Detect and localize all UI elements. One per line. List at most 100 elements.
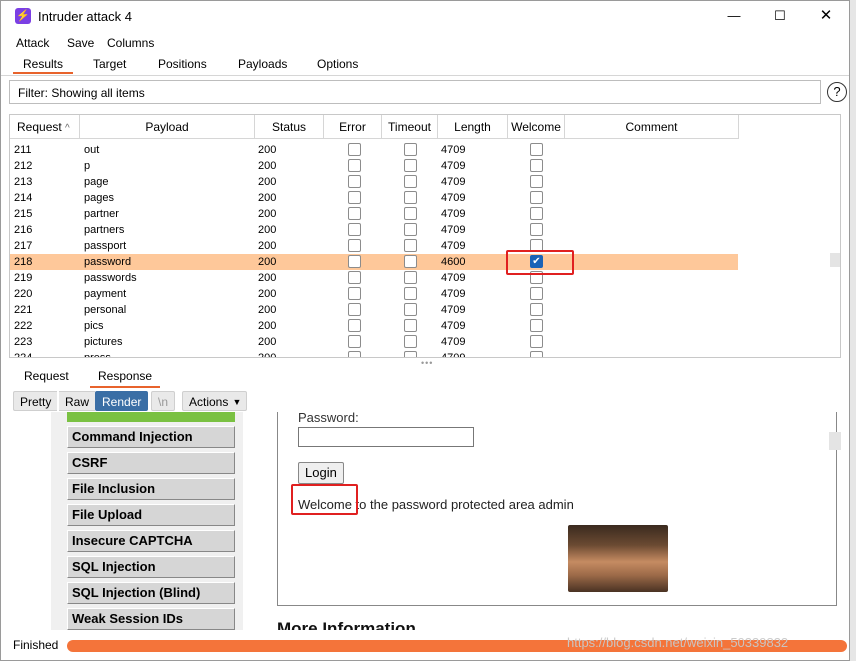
timeout-checkbox[interactable] [404,255,417,268]
dvwa-nav-item[interactable]: File Inclusion [67,478,235,500]
dvwa-nav-item[interactable]: File Upload [67,504,235,526]
table-row[interactable]: 219 passwords 200 4709 [10,270,738,286]
error-checkbox[interactable] [348,351,361,357]
table-row[interactable]: 224 press 200 4709 [10,350,738,357]
table-row[interactable]: 218 password 200 4600 ✔ [10,254,738,270]
cell-payload: passport [84,240,127,252]
table-row[interactable]: 217 passport 200 4709 [10,238,738,254]
table-row[interactable]: 211 out 200 4709 [10,142,738,158]
tab-options[interactable]: Options [313,57,362,71]
welcome-checkbox[interactable] [530,143,543,156]
timeout-checkbox[interactable] [404,335,417,348]
table-row[interactable]: 212 p 200 4709 [10,158,738,174]
dvwa-nav-item[interactable]: Weak Session IDs [67,608,235,630]
welcome-checkbox[interactable] [530,319,543,332]
table-row[interactable]: 215 partner 200 4709 [10,206,738,222]
column-header-error[interactable]: Error [324,115,382,139]
dvwa-nav-item[interactable]: Insecure CAPTCHA [67,530,235,552]
error-checkbox[interactable] [348,303,361,316]
error-checkbox[interactable] [348,239,361,252]
cell-payload: personal [84,304,127,316]
error-checkbox[interactable] [348,319,361,332]
pretty-button[interactable]: Pretty [13,391,58,411]
timeout-checkbox[interactable] [404,159,417,172]
minimize-icon[interactable]: — [711,1,757,31]
welcome-checkbox[interactable] [530,287,543,300]
error-checkbox[interactable] [348,175,361,188]
tab-target[interactable]: Target [89,57,130,71]
render-scrollbar-thumb[interactable] [829,432,841,450]
welcome-checkbox[interactable] [530,175,543,188]
login-button[interactable]: Login [298,462,344,484]
tab-request[interactable]: Request [24,369,69,383]
tab-response[interactable]: Response [90,369,161,388]
newline-toggle-button[interactable]: \n [151,391,176,411]
filter-bar[interactable]: Filter: Showing all items [9,80,821,104]
error-checkbox[interactable] [348,143,361,156]
timeout-checkbox[interactable] [404,319,417,332]
table-row[interactable]: 220 payment 200 4709 [10,286,738,302]
dvwa-nav-item[interactable]: SQL Injection (Blind) [67,582,235,604]
column-header-request[interactable]: Request ^ [10,115,80,139]
column-header-payload[interactable]: Payload [80,115,255,139]
cell-payload: passwords [84,272,137,284]
maximize-icon[interactable]: ☐ [757,1,803,31]
timeout-checkbox[interactable] [404,239,417,252]
timeout-checkbox[interactable] [404,287,417,300]
column-header-status[interactable]: Status [255,115,324,139]
error-checkbox[interactable] [348,159,361,172]
welcome-checkbox[interactable] [530,303,543,316]
table-row[interactable]: 221 personal 200 4709 [10,302,738,318]
pane-splitter[interactable]: ••• [9,358,841,368]
welcome-checkbox[interactable] [530,223,543,236]
dvwa-nav-item[interactable]: SQL Injection [67,556,235,578]
error-checkbox[interactable] [348,271,361,284]
timeout-checkbox[interactable] [404,143,417,156]
column-header-comment[interactable]: Comment [565,115,739,139]
welcome-checkbox[interactable] [530,335,543,348]
welcome-checkbox[interactable] [530,351,543,357]
timeout-checkbox[interactable] [404,271,417,284]
timeout-checkbox[interactable] [404,303,417,316]
tab-positions[interactable]: Positions [154,57,211,71]
error-checkbox[interactable] [348,287,361,300]
table-row[interactable]: 216 partners 200 4709 [10,222,738,238]
welcome-checkbox[interactable] [530,191,543,204]
welcome-checkbox[interactable] [530,207,543,220]
cell-length: 4709 [441,176,466,188]
error-checkbox[interactable] [348,255,361,268]
timeout-checkbox[interactable] [404,207,417,220]
error-checkbox[interactable] [348,335,361,348]
column-header-welcome[interactable]: Welcome [508,115,565,139]
column-header-length[interactable]: Length [438,115,508,139]
column-header-timeout[interactable]: Timeout [382,115,438,139]
table-row[interactable]: 214 pages 200 4709 [10,190,738,206]
timeout-checkbox[interactable] [404,223,417,236]
table-row[interactable]: 222 pics 200 4709 [10,318,738,334]
tab-payloads[interactable]: Payloads [234,57,291,71]
table-row[interactable]: 213 page 200 4709 [10,174,738,190]
timeout-checkbox[interactable] [404,351,417,357]
table-body: 211 out 200 4709 212 p 200 4709 213 page 200 4709 21… [10,139,840,357]
password-input[interactable] [298,427,474,447]
error-checkbox[interactable] [348,207,361,220]
welcome-checkbox[interactable] [530,159,543,172]
help-icon[interactable]: ? [827,82,847,102]
timeout-checkbox[interactable] [404,191,417,204]
actions-button[interactable]: Actions ▼ [182,391,248,411]
table-row[interactable]: 223 pictures 200 4709 [10,334,738,350]
menu-columns[interactable]: Columns [107,36,154,50]
scrollbar-thumb[interactable] [830,253,840,267]
tab-results[interactable]: Results [13,54,73,74]
timeout-checkbox[interactable] [404,175,417,188]
actions-label: Actions [189,395,229,409]
close-icon[interactable]: ✕ [803,1,849,31]
error-checkbox[interactable] [348,223,361,236]
error-checkbox[interactable] [348,191,361,204]
raw-button[interactable]: Raw [59,391,96,411]
dvwa-nav-item[interactable]: Command Injection [67,426,235,448]
menu-save[interactable]: Save [67,36,94,50]
menu-attack[interactable]: Attack [16,36,49,50]
render-button[interactable]: Render [95,391,149,411]
dvwa-nav-item[interactable]: CSRF [67,452,235,474]
